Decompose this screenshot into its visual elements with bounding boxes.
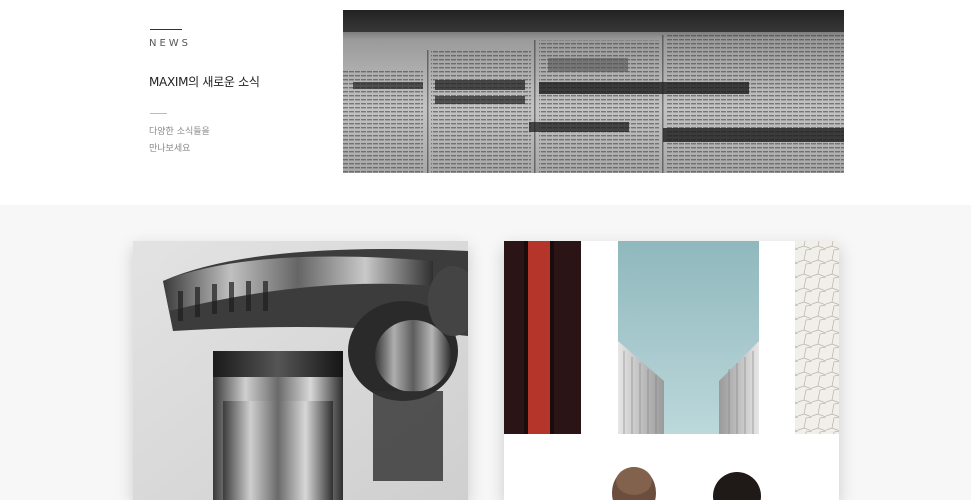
- section-label: NEWS: [149, 38, 192, 49]
- section-divider-mid: [150, 113, 167, 114]
- section-divider-top: [150, 29, 182, 30]
- section-title[interactable]: MAXIM의 새로운 소식: [149, 73, 260, 90]
- page: NEWS MAXIM의 새로운 소식 다양한 소식들을 만나보세요: [0, 0, 971, 500]
- description-line-1: 다양한 소식들을: [149, 127, 210, 137]
- news-section: NEWS MAXIM의 새로운 소식 다양한 소식들을 만나보세요: [0, 0, 971, 205]
- microscope-image: [133, 241, 468, 500]
- description-line-2: 만나보세요: [149, 144, 191, 154]
- microscope-card[interactable]: [133, 241, 468, 500]
- art-gallery-image: [504, 241, 839, 500]
- newspaper-image[interactable]: [343, 10, 844, 173]
- section-description: 다양한 소식들을 만나보세요: [149, 124, 210, 158]
- gallery-section: [0, 205, 971, 500]
- art-gallery-card[interactable]: [504, 241, 839, 500]
